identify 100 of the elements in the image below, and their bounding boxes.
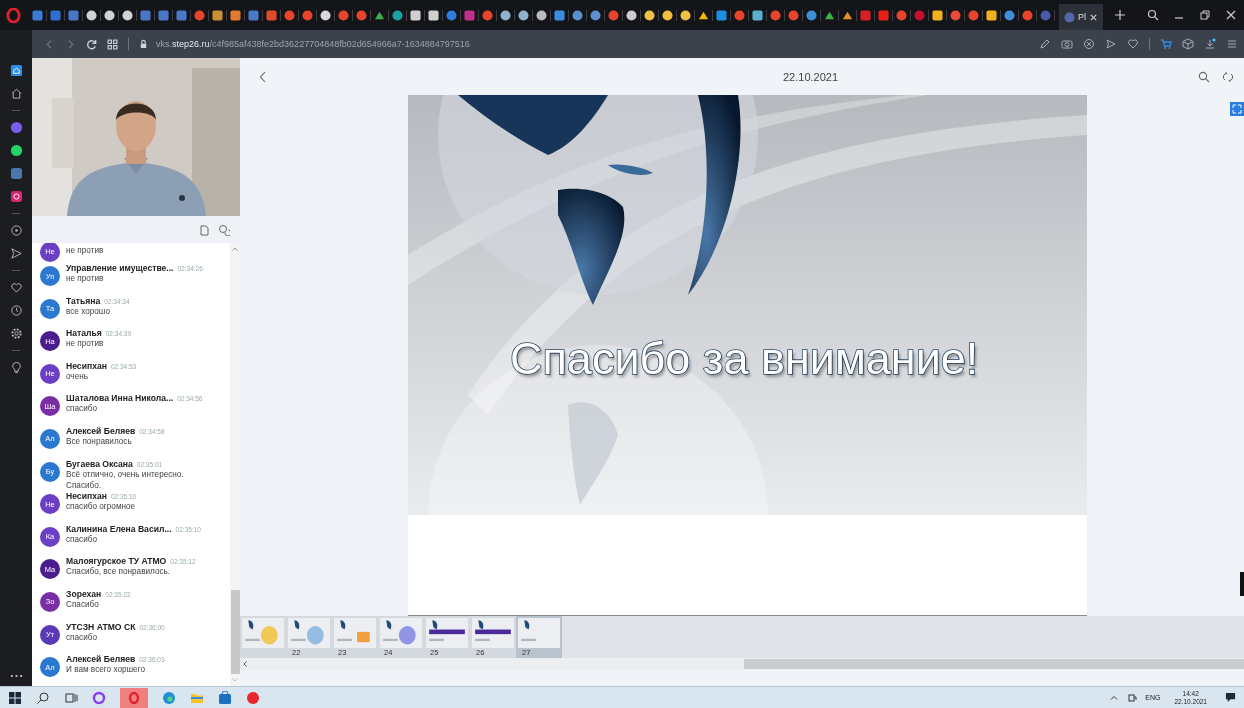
tab-icon[interactable]	[929, 9, 947, 21]
slide-title: Спасибо за внимание!	[510, 333, 979, 385]
search-icon[interactable]	[36, 690, 50, 705]
message-text: Все понравилось	[66, 435, 133, 447]
tab-icon[interactable]	[587, 9, 605, 21]
message-text: не против	[66, 273, 105, 284]
sender-name: Алексей Беляев	[66, 654, 136, 665]
task-view-icon[interactable]	[64, 690, 78, 705]
bulb-icon[interactable]	[9, 361, 23, 374]
tab-icon[interactable]	[407, 9, 425, 21]
tab-icon[interactable]	[497, 9, 515, 21]
tab-icon[interactable]	[551, 9, 569, 21]
store-icon[interactable]	[218, 690, 232, 705]
sender-name: Калинина Елена Васил...	[66, 523, 172, 534]
sender-name: Шаталова Инна Никола...	[66, 393, 174, 404]
search-icon[interactable]	[1198, 70, 1210, 83]
sender-name: УТСЗН АТМО СК	[66, 621, 136, 632]
opera-icon[interactable]	[120, 687, 148, 708]
scroll-left-icon[interactable]	[242, 660, 248, 668]
tab-icon[interactable]	[533, 9, 551, 21]
message-text: спасибо	[66, 533, 98, 545]
tab-icon[interactable]	[713, 9, 731, 21]
lock-icon	[139, 39, 148, 49]
tab-icon[interactable]	[83, 9, 101, 21]
windows-start-icon[interactable]	[8, 690, 22, 705]
messenger-icon[interactable]	[9, 121, 23, 134]
tab-icon[interactable]	[569, 9, 587, 21]
tab-icon[interactable]	[209, 9, 227, 21]
sender-name: Наталья	[66, 328, 102, 339]
tab-icon[interactable]	[749, 9, 767, 21]
cart-icon[interactable]	[1160, 38, 1172, 50]
browser-tab[interactable]: Pl	[1059, 4, 1103, 30]
assistant-icon[interactable]	[92, 690, 106, 705]
chat-icon[interactable]	[218, 223, 230, 236]
tab-icon[interactable]	[101, 9, 119, 21]
heart-icon[interactable]	[9, 281, 23, 294]
sender-name: Несипхан	[66, 360, 107, 371]
vk-icon[interactable]	[9, 167, 23, 180]
notification-icon[interactable]	[1225, 692, 1236, 703]
edit-icon[interactable]	[1039, 38, 1051, 50]
download-icon[interactable]	[1204, 38, 1216, 50]
browser-logo-icon[interactable]	[6, 7, 21, 23]
tab-icon[interactable]	[515, 9, 533, 21]
more-icon[interactable]	[9, 674, 23, 678]
sender-name: Несипхан	[66, 491, 107, 502]
message-text: не против	[66, 338, 105, 350]
slide-date: 22.10.2021	[783, 70, 839, 83]
speed-dial-icon[interactable]	[9, 64, 23, 77]
tab-title: Pl	[1078, 12, 1086, 22]
search-icon[interactable]	[1147, 9, 1159, 21]
yandex-browser-icon[interactable]	[246, 690, 260, 705]
sender-name: Малоягурское ТУ АТМО	[66, 556, 167, 567]
heart-icon[interactable]	[1127, 38, 1139, 50]
tab-icon[interactable]	[641, 9, 659, 21]
message-text: очень	[66, 370, 89, 382]
tab-icon[interactable]	[803, 9, 821, 21]
cube-icon[interactable]	[1182, 38, 1194, 50]
player-icon[interactable]	[9, 224, 23, 237]
close-icon[interactable]	[1225, 9, 1237, 21]
edge-icon[interactable]	[162, 690, 176, 705]
reload-icon[interactable]	[86, 38, 97, 50]
message-text: Спасибо, все понравилось.	[66, 567, 172, 578]
tab-icon[interactable]	[227, 9, 245, 21]
tab-icon[interactable]	[1001, 9, 1019, 21]
sender-name: Алексей Беляев	[66, 425, 136, 436]
copy-icon[interactable]	[198, 223, 210, 236]
grid-icon[interactable]	[107, 38, 118, 50]
tab-icon	[1064, 11, 1075, 23]
message-text: спасибо	[66, 403, 98, 415]
tab-icon[interactable]	[317, 9, 335, 21]
scroll-up-icon[interactable]	[231, 246, 239, 252]
scrollbar-thumb[interactable]	[230, 590, 240, 674]
sender-name: Бугаева Оксана	[66, 458, 133, 469]
tab-icon[interactable]	[659, 9, 677, 21]
device-icon[interactable]	[1127, 692, 1138, 703]
message-text: Спасибо	[66, 599, 100, 610]
message-text: И вам всего хоршего	[66, 664, 146, 676]
new-tab-icon[interactable]	[1115, 10, 1125, 20]
address-field[interactable]: vks.step26.ru/c4f985af438fe2bd36227704848fb02d654966a7-1634884797516	[156, 39, 470, 49]
restore-icon[interactable]	[1199, 9, 1211, 21]
sender-name: Управление имуществе...	[66, 263, 174, 273]
tab-icon[interactable]	[677, 9, 695, 21]
message-text: спасибо огромное	[66, 501, 137, 513]
home-icon[interactable]	[9, 87, 23, 100]
camera-icon[interactable]	[1061, 38, 1073, 50]
send-icon[interactable]	[1105, 38, 1117, 50]
close-icon[interactable]	[1089, 12, 1098, 22]
whatsapp-icon[interactable]	[9, 144, 23, 157]
tab-icon[interactable]	[983, 9, 1001, 21]
tab-icon[interactable]	[119, 9, 137, 21]
tab-icon[interactable]	[425, 9, 443, 21]
instagram-icon[interactable]	[9, 190, 23, 203]
settings-icon[interactable]	[9, 327, 23, 340]
refresh-icon[interactable]	[1222, 70, 1234, 83]
clock-icon[interactable]	[9, 304, 23, 317]
tab-icon[interactable]	[623, 9, 641, 21]
scrollbar-thumb[interactable]	[744, 659, 1244, 669]
send-icon[interactable]	[9, 247, 23, 260]
tab-icon[interactable]	[389, 9, 407, 21]
back-icon[interactable]	[258, 69, 268, 84]
